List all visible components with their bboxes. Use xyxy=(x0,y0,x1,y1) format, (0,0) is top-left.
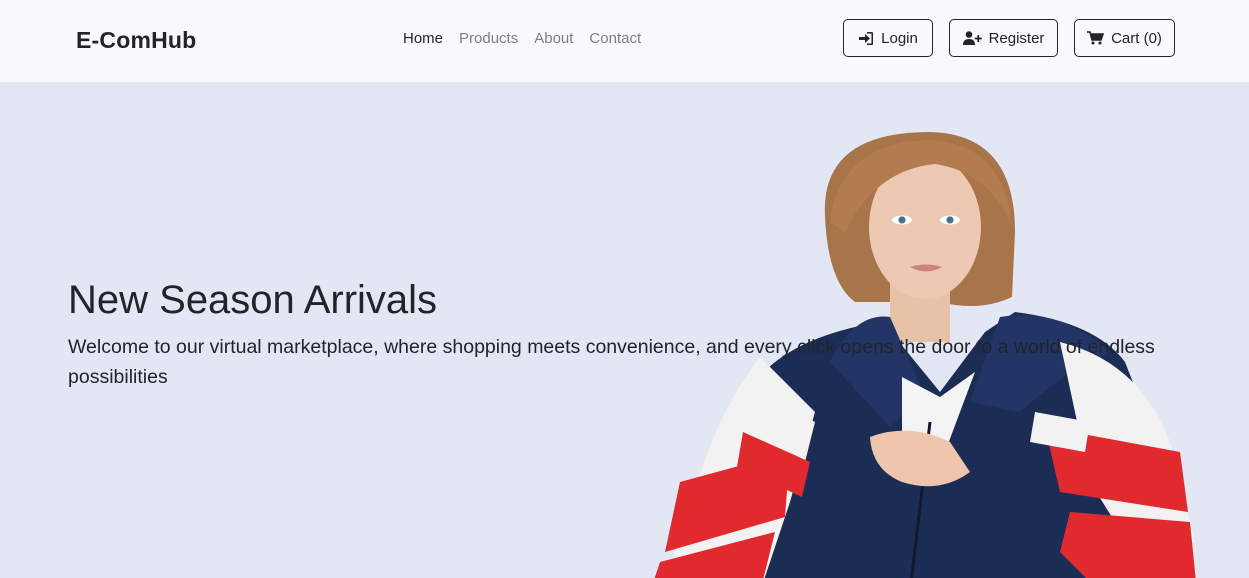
nav-link-home[interactable]: Home xyxy=(403,28,443,50)
user-plus-icon xyxy=(962,31,982,45)
nav-link-contact[interactable]: Contact xyxy=(589,28,641,50)
register-button[interactable]: Register xyxy=(949,19,1058,57)
sign-in-icon xyxy=(858,31,874,46)
nav-link-products[interactable]: Products xyxy=(459,28,518,50)
nav-links: Home Products About Contact xyxy=(403,28,657,50)
hero-description: Welcome to our virtual marketplace, wher… xyxy=(68,336,1155,388)
navbar: E-ComHub Home Products About Contact Log… xyxy=(0,0,1249,82)
hero-title: New Season Arrivals xyxy=(68,278,438,322)
brand-logo[interactable]: E-ComHub xyxy=(76,24,196,56)
cart-label: Cart (0) xyxy=(1111,29,1162,47)
login-button[interactable]: Login xyxy=(843,19,933,57)
hero-section: New Season Arrivals Welcome to our virtu… xyxy=(0,82,1249,578)
login-label: Login xyxy=(881,29,918,47)
cart-icon xyxy=(1087,31,1105,45)
nav-link-about[interactable]: About xyxy=(534,28,573,50)
cart-button[interactable]: Cart (0) xyxy=(1074,19,1175,57)
register-label: Register xyxy=(988,29,1045,47)
